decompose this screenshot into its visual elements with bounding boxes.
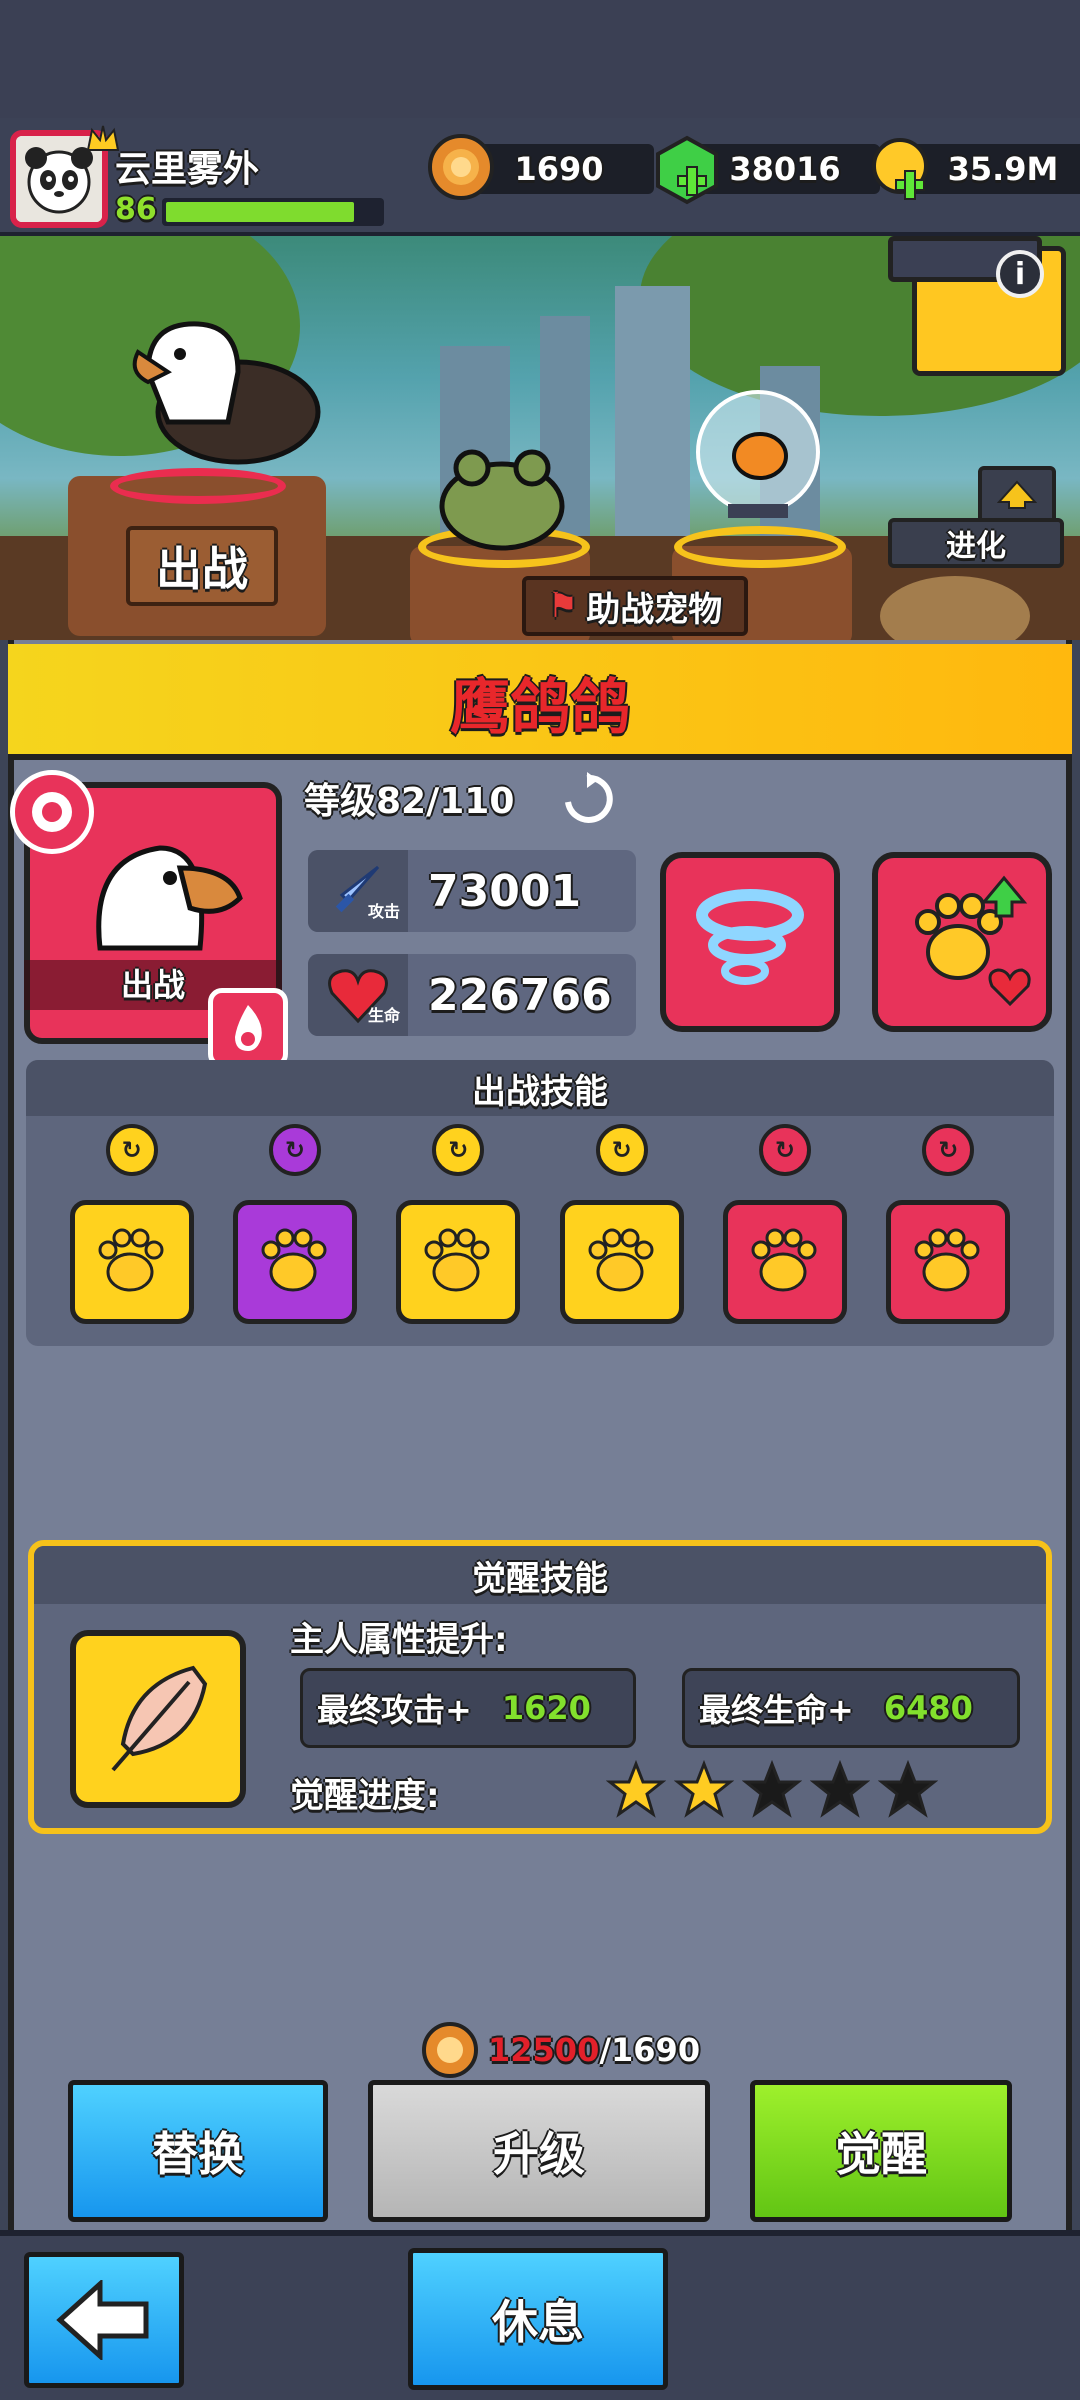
gold-coin-icon <box>872 138 928 200</box>
deploy-sign[interactable]: 出战 <box>126 526 278 606</box>
star-empty-icon <box>742 1760 802 1818</box>
sword-icon: 攻击 <box>308 850 408 932</box>
star-empty-icon <box>878 1760 938 1818</box>
attack-value: 73001 <box>428 865 582 917</box>
status-bar <box>0 0 1080 118</box>
awaken-skill-title: 觉醒技能 <box>34 1546 1046 1604</box>
battle-skill-3[interactable]: ↻ <box>396 1124 521 1324</box>
eagle-pet-icon[interactable] <box>108 302 328 482</box>
pet-name-banner: 鹰鸽鸽 <box>8 644 1072 760</box>
currency-lion-coin[interactable]: 1690 <box>428 134 654 206</box>
star-filled-icon <box>674 1760 734 1818</box>
tornado-skill-button[interactable] <box>660 852 840 1032</box>
player-name: 云里雾外 <box>115 149 260 190</box>
lion-coin-icon <box>422 2022 478 2078</box>
paw-cooldown-icon <box>69 1200 194 1324</box>
final-attack-label: 最终攻击+ <box>317 1691 472 1729</box>
evolve-button[interactable]: 进化 <box>888 518 1064 568</box>
skill-cycle-icon: ↻ <box>432 1124 485 1176</box>
battle-skill-2[interactable]: ↻ <box>232 1124 357 1324</box>
attack-tag: 攻击 <box>367 902 400 921</box>
attack-stat: 攻击 73001 <box>308 850 636 932</box>
skill-cycle-icon: ↻ <box>595 1124 648 1176</box>
paw-fire-icon <box>232 1200 357 1324</box>
skill-cycle-icon: ↻ <box>105 1124 158 1176</box>
flag-icon: ⚑ <box>547 586 579 626</box>
replace-button[interactable]: 替换 <box>68 2080 328 2222</box>
refresh-icon[interactable] <box>560 772 614 826</box>
upgrade-button[interactable]: 升级 <box>368 2080 710 2222</box>
arrow-left-icon <box>56 2280 149 2360</box>
awaken-button[interactable]: 觉醒 <box>750 2080 1012 2222</box>
battle-skills-row: ↻ ↻ ↻ ↻ ↻ ↻ <box>26 1124 1054 1324</box>
player-level: 86 <box>115 192 157 227</box>
final-attack-box: 最终攻击+ 1620 <box>300 1668 636 1748</box>
info-icon[interactable]: i <box>996 250 1044 298</box>
back-button[interactable] <box>24 2252 184 2388</box>
building <box>615 286 690 556</box>
pet-level: 等级82/110 <box>304 781 515 822</box>
frog-pet-icon[interactable] <box>432 434 572 554</box>
xp-bar-fill <box>166 202 355 222</box>
hp-value: 226766 <box>428 969 612 1021</box>
rest-button[interactable]: 休息 <box>408 2248 668 2390</box>
lion-badge-icon <box>10 770 94 854</box>
support-pets-sign[interactable]: ⚑ 助战宠物 <box>522 576 748 636</box>
feather-icon <box>111 1665 208 1772</box>
battle-skill-1[interactable]: ↻ <box>69 1124 194 1324</box>
paw-heart-upgrade-icon <box>915 875 1031 1007</box>
currency-gold[interactable]: 35.9M <box>870 134 1080 206</box>
paw-heal-icon <box>396 1200 521 1324</box>
fire-badge-icon <box>208 988 288 1068</box>
paw-crit-icon <box>559 1200 684 1324</box>
heart-icon: 生命 <box>308 954 408 1036</box>
cost-owned: /1690 <box>599 2031 701 2069</box>
star-empty-icon <box>810 1760 870 1818</box>
evolve-up-icon <box>978 466 1056 524</box>
skill-cycle-icon: ↻ <box>268 1124 321 1176</box>
hp-stat: 生命 226766 <box>308 954 636 1036</box>
green-gem-icon <box>656 135 718 205</box>
battle-skill-4[interactable]: ↻ <box>559 1124 684 1324</box>
lion-coin-icon <box>428 134 494 200</box>
chest-upgrade-icon <box>886 1200 1011 1324</box>
skill-cycle-icon: ↻ <box>758 1124 811 1176</box>
goldfish-pet-icon[interactable] <box>688 386 828 536</box>
pet-name: 鹰鸽鸽 <box>450 672 630 743</box>
final-attack-value: 1620 <box>501 1689 591 1727</box>
battle-skill-6[interactable]: ↻ <box>886 1124 1011 1324</box>
final-hp-label: 最终生命+ <box>699 1691 854 1729</box>
hp-tag: 生命 <box>367 1006 400 1025</box>
skill-cycle-icon: ↻ <box>922 1124 975 1176</box>
battle-skill-5[interactable]: ↻ <box>722 1124 847 1324</box>
zombie-burn-icon <box>722 1200 847 1324</box>
xp-bar <box>162 198 384 226</box>
cost-required: 12500 <box>488 2031 600 2069</box>
pet-scene: 出战 ⚑ 助战宠物 进化 i <box>0 236 1080 640</box>
owner-attr-label: 主人属性提升: <box>290 1620 508 1660</box>
currency-gem[interactable]: 38016 <box>654 134 880 206</box>
battle-skills-title: 出战技能 <box>26 1060 1054 1116</box>
paw-upgrade-button[interactable] <box>872 852 1052 1032</box>
tornado-icon <box>696 889 804 985</box>
support-pets-label: 助战宠物 <box>586 589 723 630</box>
star-filled-icon <box>606 1760 666 1818</box>
awaken-progress-label: 觉醒进度: <box>290 1776 440 1816</box>
final-hp-value: 6480 <box>883 1689 973 1727</box>
upgrade-cost: 12500 /1690 <box>420 2020 700 2080</box>
eagle-portrait-icon <box>96 845 243 951</box>
awaken-skill-button[interactable] <box>70 1630 246 1808</box>
final-hp-box: 最终生命+ 6480 <box>682 1668 1020 1748</box>
